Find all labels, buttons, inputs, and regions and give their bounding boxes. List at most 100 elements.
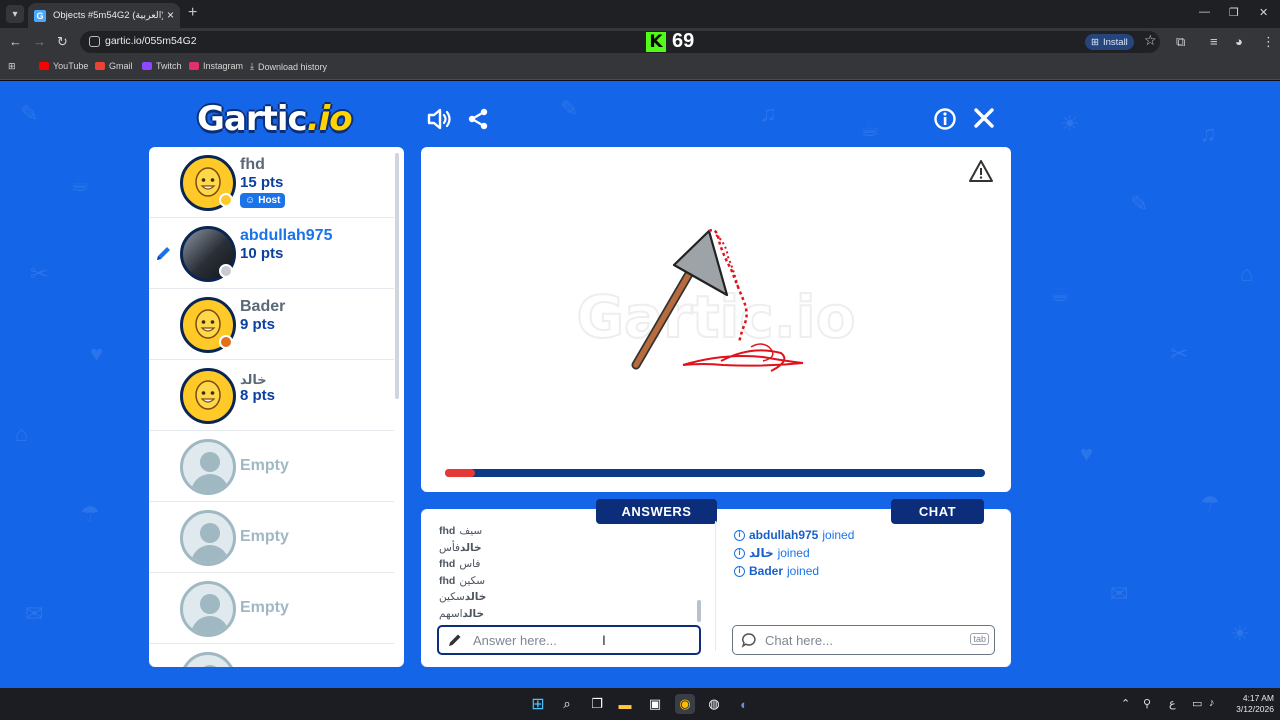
forward-arrow-icon[interactable]: → — [33, 34, 46, 49]
back-arrow-icon[interactable]: ← — [9, 34, 22, 49]
apps-grid-icon[interactable]: ⊞ — [8, 61, 16, 72]
axe-drawing: Gartic.io — [575, 228, 857, 372]
empty-avatar-icon — [180, 581, 236, 637]
host-badge: ☺ Host — [240, 193, 286, 208]
profile-avatar-icon[interactable]: ◕ — [1235, 34, 1243, 49]
answer-item: fhd سكين — [439, 574, 486, 587]
instagram-icon — [189, 62, 199, 70]
chat-input[interactable] — [765, 632, 945, 648]
extensions-puzzle-icon[interactable]: ⧉ — [1176, 34, 1185, 50]
site-info-icon[interactable] — [89, 36, 100, 47]
answer-item: خالدفأس — [439, 541, 482, 554]
browser-toolbar: ← → ↻ gartic.io/055m54G2 ⊞ Install ☆ ⧉ ≡… — [0, 28, 1280, 56]
reload-icon[interactable]: ↻ — [57, 34, 68, 50]
clock-date: 3/12/2026 — [1236, 704, 1274, 714]
tab-search-button[interactable]: ▾ — [6, 5, 24, 23]
answer-input[interactable] — [473, 632, 653, 648]
round-timer-bar — [445, 469, 985, 477]
player-row-khaled[interactable]: خالد 8 pts — [149, 360, 394, 431]
drawing-pencil-icon — [155, 244, 173, 267]
file-explorer-icon[interactable]: ▬ — [615, 694, 635, 714]
bookmark-download-history[interactable]: ⤓ Download history — [250, 61, 327, 72]
volume-icon[interactable]: ♪ — [1209, 697, 1215, 709]
player-row-fhd[interactable]: fhd 15 pts ☺ Host — [149, 147, 394, 218]
panel-divider — [715, 521, 716, 651]
tab-title: Objects #5m54G2 (العربية) - Gartic.io — [53, 10, 163, 21]
restore-window-icon[interactable]: ❐ — [1229, 6, 1239, 19]
bookmark-star-icon[interactable]: ☆ — [1144, 32, 1157, 49]
answers-list: fhd سيف خالدفأس fhd فاس fhd سكين خالدسكين خ… — [439, 523, 689, 622]
search-icon[interactable]: ⌕ — [557, 694, 577, 714]
bookmark-youtube[interactable]: YouTube — [39, 61, 88, 71]
player-slot-empty: Empty — [149, 431, 394, 502]
exit-close-icon[interactable] — [973, 107, 995, 134]
info-circle-icon: i — [734, 547, 745, 559]
bookmark-twitch[interactable]: Twitch — [142, 61, 182, 71]
youtube-icon — [39, 62, 49, 70]
answers-chat-panel: ANSWERS CHAT fhd سيف خالدفأس fhd فاس fhd سك… — [421, 499, 1011, 667]
discord-icon[interactable]: ◐ — [734, 694, 754, 714]
info-circle-icon: i — [734, 565, 745, 577]
share-icon[interactable] — [466, 107, 490, 136]
answers-scrollbar[interactable] — [697, 600, 701, 622]
system-clock[interactable]: 4:17 AM 3/12/2026 — [1226, 693, 1274, 715]
clock-time: 4:17 AM — [1242, 693, 1274, 703]
obs-icon[interactable]: ◍ — [704, 694, 724, 714]
players-scrollbar[interactable] — [395, 153, 399, 399]
windows-start-icon[interactable]: ⊞ — [528, 694, 548, 714]
player-points: 15 pts — [240, 174, 284, 191]
player-slot-empty: Empty — [149, 502, 394, 573]
avatar — [180, 368, 236, 424]
answer-item: fhd سيف — [439, 525, 483, 537]
player-status-dot — [219, 193, 233, 207]
address-bar[interactable]: gartic.io/055m54G2 ⊞ Install ☆ — [80, 31, 1160, 53]
drawing-canvas[interactable]: Gartic.io — [421, 147, 1011, 492]
player-points: 9 pts — [240, 316, 276, 333]
media-controls-icon[interactable]: ≡ — [1210, 34, 1218, 49]
text-cursor-icon: I — [602, 632, 606, 648]
player-name: Bader — [240, 298, 286, 315]
bookmark-gmail[interactable]: Gmail — [95, 61, 133, 71]
info-circle-icon: i — [734, 529, 745, 541]
windows-taskbar: ⊞ ⌕ ❐ ▬ ▣ ◉ ◍ ◐ ⌃ ⚲ ع ▭ ♪ 4:17 AM 3/12/2… — [0, 688, 1280, 720]
bookmark-instagram[interactable]: Instagram — [189, 61, 243, 71]
browser-menu-icon[interactable]: ⋮ — [1262, 34, 1275, 50]
player-points: 10 pts — [240, 245, 284, 262]
minimize-window-icon[interactable]: — — [1199, 6, 1210, 18]
smiley-avatar-icon — [195, 309, 221, 339]
gartic-logo: Gartic.io — [197, 99, 353, 139]
smiley-avatar-icon — [195, 380, 221, 410]
player-row-bader[interactable]: Bader 9 pts — [149, 289, 394, 360]
empty-avatar-icon — [180, 652, 236, 667]
empty-slot-label: Empty — [240, 528, 289, 545]
microsoft-store-icon[interactable]: ▣ — [645, 694, 665, 714]
network-icon[interactable]: ▭ — [1192, 697, 1202, 710]
task-view-icon[interactable]: ❐ — [587, 694, 607, 714]
empty-slot-label: Empty — [240, 599, 289, 616]
close-window-icon[interactable]: ✕ — [1259, 6, 1268, 19]
browser-tab-active[interactable]: G Objects #5m54G2 (العربية) - Gartic.io … — [28, 3, 180, 28]
players-list: fhd 15 pts ☺ Host abdullah975 10 pts Bade… — [149, 147, 404, 667]
language-indicator[interactable]: ع — [1169, 697, 1176, 710]
player-name: abdullah975 — [240, 227, 333, 244]
gartic-game-area: ✎ ☕ ✂ ♥ ⌂ ☂ ✉ ☀ ✎ ♫ ☕ ✂ ⌂ ♥ ☂ ✉ ☀ ✎ ♫ ☕ Gartic.io fhd… — [0, 81, 1280, 688]
microphone-icon[interactable]: ⚲ — [1143, 697, 1151, 710]
answer-input-box[interactable]: I — [437, 625, 701, 655]
sound-speaker-icon[interactable] — [426, 107, 452, 136]
chat-input-box[interactable]: tab — [732, 625, 995, 655]
player-name: fhd — [240, 156, 265, 173]
tab-close-icon[interactable]: × — [167, 8, 174, 22]
install-app-button[interactable]: ⊞ Install — [1085, 34, 1134, 50]
bookmarks-bar: ⊞ YouTube Gmail Twitch Instagram ⤓ Downlo… — [0, 56, 1280, 80]
hidden-icons-chevron-icon[interactable]: ⌃ — [1121, 697, 1130, 710]
twitch-icon — [142, 62, 152, 70]
new-tab-plus-icon[interactable]: + — [188, 4, 197, 22]
chrome-icon[interactable]: ◉ — [675, 694, 695, 714]
chat-messages: i abdullah975 joined i خالد joined i Bader joi… — [734, 526, 854, 580]
player-name: خالد — [240, 372, 267, 387]
chat-message: i خالد joined — [734, 544, 854, 562]
gartic-favicon-icon: G — [34, 9, 46, 22]
info-icon[interactable] — [933, 107, 957, 136]
player-row-abdullah975[interactable]: abdullah975 10 pts — [149, 218, 394, 289]
host-crown-icon: ☺ — [245, 195, 256, 206]
